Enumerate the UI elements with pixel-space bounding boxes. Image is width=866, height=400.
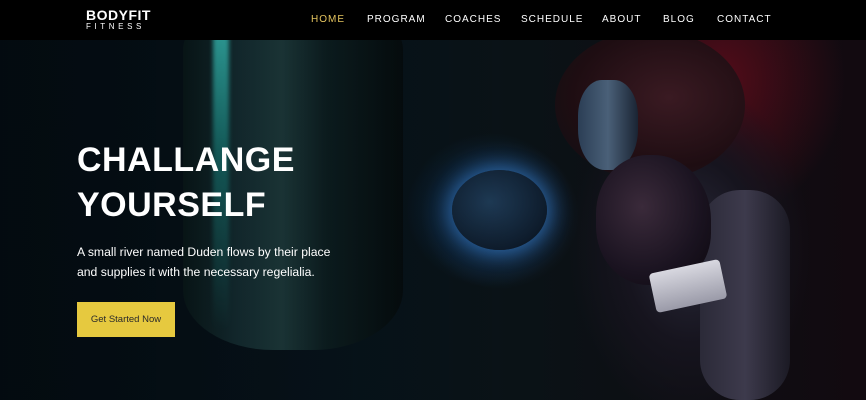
get-started-button[interactable]: Get Started Now	[77, 302, 175, 337]
hero-title: CHALLANGE YOURSELF	[77, 138, 437, 228]
top-navbar: BODYFIT FITNESS HOME PROGRAM COACHES SCH…	[0, 0, 866, 40]
hero-title-line-2: YOURSELF	[77, 186, 267, 224]
nav-item-coaches[interactable]: COACHES	[445, 14, 501, 25]
nav-item-contact[interactable]: CONTACT	[717, 14, 772, 25]
hero-section: CHALLANGE YOURSELF A small river named D…	[0, 40, 866, 400]
nav-item-home[interactable]: HOME	[311, 14, 345, 25]
nav-item-program[interactable]: PROGRAM	[367, 14, 426, 25]
nav-item-about[interactable]: ABOUT	[602, 14, 641, 25]
hero-title-line-1: CHALLANGE	[77, 141, 295, 179]
nav-item-blog[interactable]: BLOG	[663, 14, 695, 25]
main-nav: HOME PROGRAM COACHES SCHEDULE ABOUT BLOG…	[0, 0, 866, 40]
hero-description: A small river named Duden flows by their…	[77, 245, 331, 279]
nav-item-schedule[interactable]: SCHEDULE	[521, 14, 583, 25]
